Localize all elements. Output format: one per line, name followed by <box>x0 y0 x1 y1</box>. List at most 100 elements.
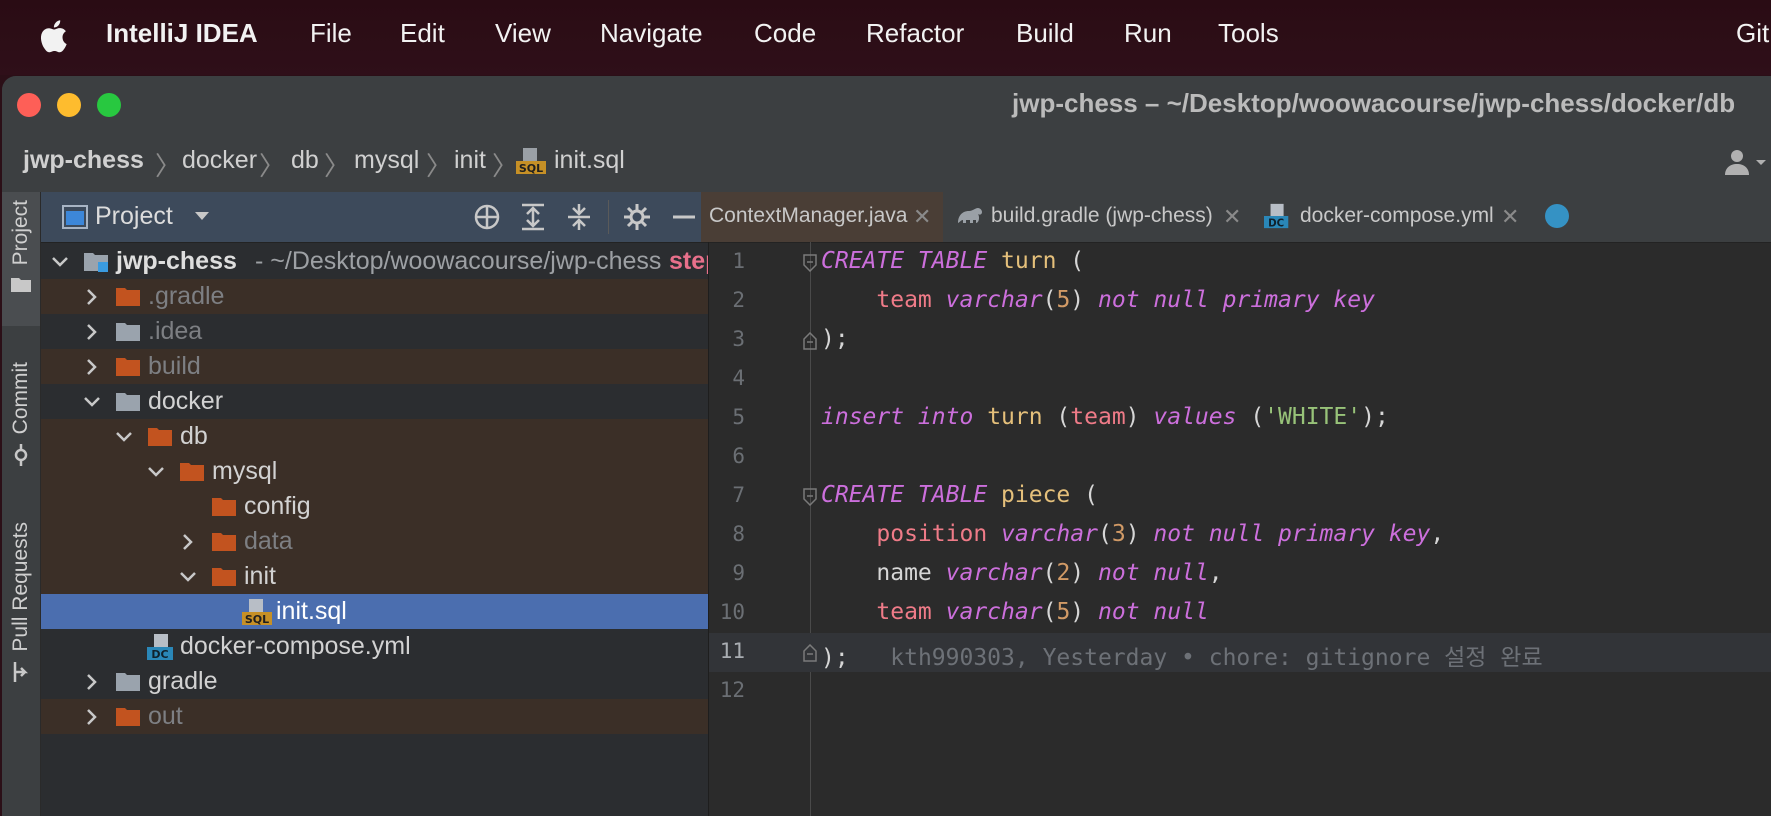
chevron-right-icon[interactable] <box>81 706 103 728</box>
tree-item[interactable]: build <box>41 349 708 384</box>
fold-marker-icon[interactable] <box>802 488 818 506</box>
module-folder-icon <box>84 253 108 272</box>
window-titlebar: jwp-chess – ~/Desktop/woowacourse/jwp-ch… <box>2 76 1771 132</box>
editor-tab-label: build.gradle (jwp-chess) <box>991 204 1213 227</box>
close-icon[interactable]: ✕ <box>913 204 931 230</box>
tree-item[interactable]: DC docker-compose.yml <box>41 629 708 664</box>
tree-item[interactable]: .gradle <box>41 279 708 314</box>
menu-edit[interactable]: Edit <box>400 18 445 49</box>
menu-app-name[interactable]: IntelliJ IDEA <box>106 18 258 49</box>
project-panel-title[interactable]: Project <box>95 202 173 231</box>
editor-tab[interactable]: ContextManager.java ✕ <box>701 192 943 242</box>
breadcrumb-init[interactable]: init <box>454 146 486 175</box>
tree-item-label: docker <box>148 387 224 415</box>
breadcrumb-db[interactable]: db <box>291 146 319 175</box>
tree-item-label: gradle <box>148 667 218 695</box>
minimize-panel-icon[interactable] <box>669 202 699 232</box>
code-line[interactable]: 7 CREATE TABLE piece ( <box>709 477 1771 516</box>
chevron-down-icon[interactable] <box>81 391 103 413</box>
tree-item[interactable]: config <box>41 489 708 524</box>
chevron-down-icon[interactable] <box>49 251 71 273</box>
tree-item[interactable]: data <box>41 524 708 559</box>
code-editor[interactable]: ContextManager.java ✕ build.gradle (jwp-… <box>701 192 1771 816</box>
folder-excluded-icon <box>212 533 236 551</box>
collapse-all-icon[interactable] <box>564 202 594 232</box>
tree-item[interactable]: db <box>41 419 708 454</box>
docker-compose-file-icon: DC <box>147 634 173 661</box>
menu-code[interactable]: Code <box>754 18 816 49</box>
chevron-right-icon[interactable] <box>81 356 103 378</box>
menu-git[interactable]: Git <box>1736 18 1769 49</box>
code-line[interactable]: 8 position varchar(3) not null primary k… <box>709 516 1771 555</box>
fold-marker-icon[interactable] <box>802 644 818 662</box>
tree-item[interactable]: gradle <box>41 664 708 699</box>
fold-marker-icon[interactable] <box>802 254 818 272</box>
close-window-button[interactable] <box>17 93 41 117</box>
pull-request-icon <box>13 661 29 682</box>
locate-file-icon[interactable] <box>472 202 502 232</box>
project-view-icon <box>62 205 88 229</box>
tree-item[interactable]: .idea <box>41 314 708 349</box>
code-line[interactable]: 6 <box>709 438 1771 477</box>
code-line[interactable]: 4 <box>709 360 1771 399</box>
gear-icon[interactable] <box>622 202 652 232</box>
tree-item-label: data <box>244 527 293 555</box>
tab-commit[interactable]: Commit <box>2 362 40 492</box>
code-text: team varchar(5) not null primary key <box>876 287 1375 313</box>
chevron-down-icon[interactable] <box>145 461 167 483</box>
minimize-window-button[interactable] <box>57 93 81 117</box>
tree-item-selected[interactable]: SQL init.sql <box>41 594 708 629</box>
menu-refactor[interactable]: Refactor <box>866 18 964 49</box>
code-line[interactable]: 12 <box>709 672 1771 711</box>
chevron-down-icon[interactable] <box>193 209 211 223</box>
code-line[interactable]: 2 team varchar(5) not null primary key <box>709 282 1771 321</box>
breadcrumb-file[interactable]: init.sql <box>554 146 625 175</box>
code-line[interactable]: 9 name varchar(2) not null, <box>709 555 1771 594</box>
breadcrumb-docker[interactable]: docker <box>182 146 257 175</box>
tab-project[interactable]: Project <box>2 192 40 326</box>
tree-item-label: config <box>244 492 311 520</box>
sql-file-icon: SQL <box>242 599 272 626</box>
maximize-window-button[interactable] <box>97 93 121 117</box>
chevron-right-icon[interactable] <box>177 531 199 553</box>
menu-file[interactable]: File <box>310 18 352 49</box>
user-account-icon[interactable] <box>1724 148 1768 176</box>
tree-item[interactable]: mysql <box>41 454 708 489</box>
fold-marker-icon[interactable] <box>802 332 818 350</box>
tree-item[interactable]: init <box>41 559 708 594</box>
svg-text:SQL: SQL <box>519 162 543 175</box>
menu-view[interactable]: View <box>495 18 551 49</box>
tab-pull-requests[interactable]: Pull Requests <box>2 522 40 692</box>
class-file-icon[interactable] <box>1545 204 1569 228</box>
chevron-right-icon[interactable] <box>81 286 103 308</box>
breadcrumb-project[interactable]: jwp-chess <box>23 146 144 175</box>
breadcrumb-mysql[interactable]: mysql <box>354 146 419 175</box>
expand-all-icon[interactable] <box>518 202 548 232</box>
menu-navigate[interactable]: Navigate <box>600 18 703 49</box>
menu-run[interactable]: Run <box>1124 18 1172 49</box>
tree-item[interactable]: out <box>41 699 708 734</box>
chevron-right-icon[interactable] <box>81 321 103 343</box>
tool-window-strip: Project Commit Pull Requests <box>2 192 41 816</box>
code-line[interactable]: 10 team varchar(5) not null <box>709 594 1771 633</box>
menu-tools[interactable]: Tools <box>1218 18 1279 49</box>
folder-icon <box>11 278 31 293</box>
tree-item-label: out <box>148 702 183 730</box>
chevron-right-icon[interactable] <box>81 671 103 693</box>
close-icon[interactable]: ✕ <box>1223 204 1241 230</box>
apple-logo-icon[interactable] <box>38 18 68 54</box>
editor-tab[interactable]: DC docker-compose.yml ✕ <box>1264 192 1544 242</box>
tree-item[interactable]: docker <box>41 384 708 419</box>
chevron-down-icon[interactable] <box>177 566 199 588</box>
chevron-down-icon[interactable] <box>113 426 135 448</box>
tree-root-row[interactable]: jwp-chess - ~/Desktop/woowacourse/jwp-ch… <box>41 244 720 279</box>
code-line[interactable]: 5 insert into turn (team) values ('WHITE… <box>709 399 1771 438</box>
code-line[interactable]: 3 ); <box>709 321 1771 360</box>
close-icon[interactable]: ✕ <box>1501 204 1519 230</box>
code-line-current[interactable]: 11 ); kth990303, Yesterday • chore: giti… <box>709 633 1771 672</box>
code-text: position varchar(3) not null primary key… <box>876 521 1445 547</box>
menu-build[interactable]: Build <box>1016 18 1074 49</box>
line-number: 2 <box>732 288 745 312</box>
editor-tab[interactable]: build.gradle (jwp-chess) ✕ <box>951 192 1251 242</box>
code-line[interactable]: 1 CREATE TABLE turn ( <box>709 243 1771 282</box>
